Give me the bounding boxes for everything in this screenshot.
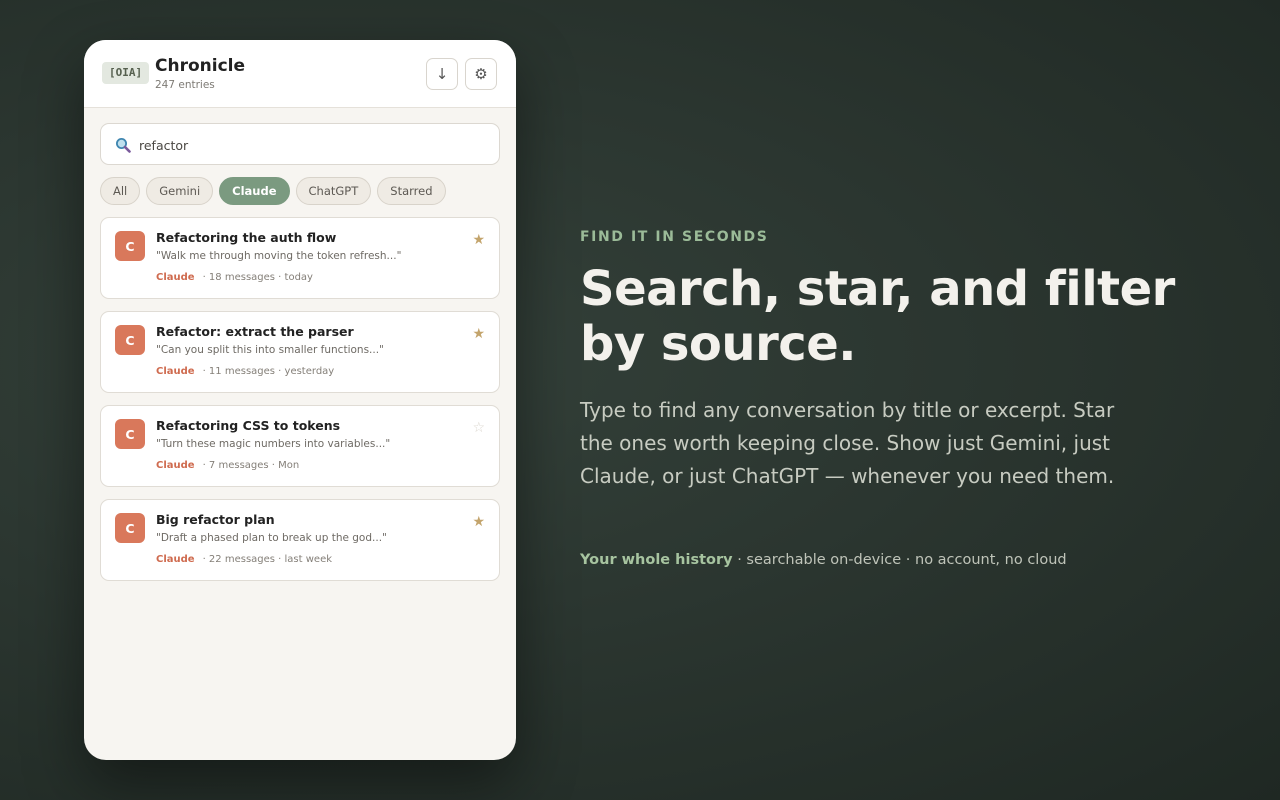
conversation-card[interactable]: C Refactoring the auth flow "Walk me throu… [100,217,500,299]
filter-chip-chatgpt[interactable]: ChatGPT [295,177,372,205]
search-box[interactable] [100,123,500,165]
conversation-meta: Claude · 18 messages · today [156,272,313,283]
app-title: Chronicle [155,56,246,76]
star-icon[interactable]: ★ [472,232,485,248]
message-info: · 11 messages · yesterday [202,366,335,377]
message-info: · 18 messages · today [202,272,313,283]
footer-strong: Your whole history [580,552,733,568]
entry-count: 247 entries [155,79,215,91]
source-avatar: C [115,325,145,355]
search-icon [116,138,131,153]
filter-chip-claude[interactable]: Claude [219,177,290,205]
filter-chip-all[interactable]: All [100,177,141,205]
conversation-excerpt: "Can you split this into smaller functio… [156,344,384,356]
footer-rest: · searchable on-device · no account, no … [732,552,1067,568]
conversation-excerpt: "Turn these magic numbers into variables… [156,438,391,450]
conversation-meta: Claude · 22 messages · last week [156,554,332,565]
message-info: · 22 messages · last week [202,554,333,565]
source-label: Claude [156,460,195,471]
conversation-list: C Refactoring the auth flow "Walk me throu… [100,217,500,593]
source-avatar: C [115,419,145,449]
source-label: Claude [156,366,195,377]
settings-button[interactable]: ⚙ [465,58,497,90]
gear-icon: ⚙ [474,65,488,83]
conversation-card[interactable]: C Big refactor plan "Draft a phased plan t… [100,499,500,581]
footer-note: Your whole history · searchable on-devic… [580,552,1067,568]
conversation-card[interactable]: C Refactor: extract the parser "Can you sp… [100,311,500,393]
panel-header: [OIA] Chronicle 247 entries ↓ ⚙ [84,40,516,108]
eyebrow-label: FIND IT IN SECONDS [580,229,769,245]
description: Type to find any conversation by title o… [580,398,1115,488]
star-icon[interactable]: ☆ [472,420,485,436]
download-icon: ↓ [435,65,449,83]
filter-chip-gemini[interactable]: Gemini [146,177,214,205]
conversation-card[interactable]: C Refactoring CSS to tokens "Turn these ma… [100,405,500,487]
conversation-meta: Claude · 11 messages · yesterday [156,366,334,377]
message-info: · 7 messages · Mon [202,460,300,471]
app-badge: [OIA] [102,62,150,84]
source-avatar: C [115,513,145,543]
filter-chip-starred[interactable]: Starred [377,177,446,205]
conversation-title: Refactoring the auth flow [156,230,337,245]
source-filters: All Gemini Claude ChatGPT Starred [100,177,446,205]
headline: Search, star, and filter by source. [580,261,1175,372]
source-label: Claude [156,272,195,283]
star-icon[interactable]: ★ [472,514,485,530]
download-button[interactable]: ↓ [426,58,458,90]
conversation-excerpt: "Draft a phased plan to break up the god… [156,532,387,544]
source-label: Claude [156,554,195,565]
chronicle-panel: [OIA] Chronicle 247 entries ↓ ⚙ AllGemin… [84,40,516,760]
conversation-title: Refactor: extract the parser [156,324,354,339]
conversation-excerpt: "Walk me through moving the token refres… [156,250,402,262]
source-avatar: C [115,231,145,261]
conversation-title: Big refactor plan [156,512,275,527]
conversation-meta: Claude · 7 messages · Mon [156,460,299,471]
conversation-title: Refactoring CSS to tokens [156,418,341,433]
search-input[interactable] [139,132,489,158]
star-icon[interactable]: ★ [472,326,485,342]
